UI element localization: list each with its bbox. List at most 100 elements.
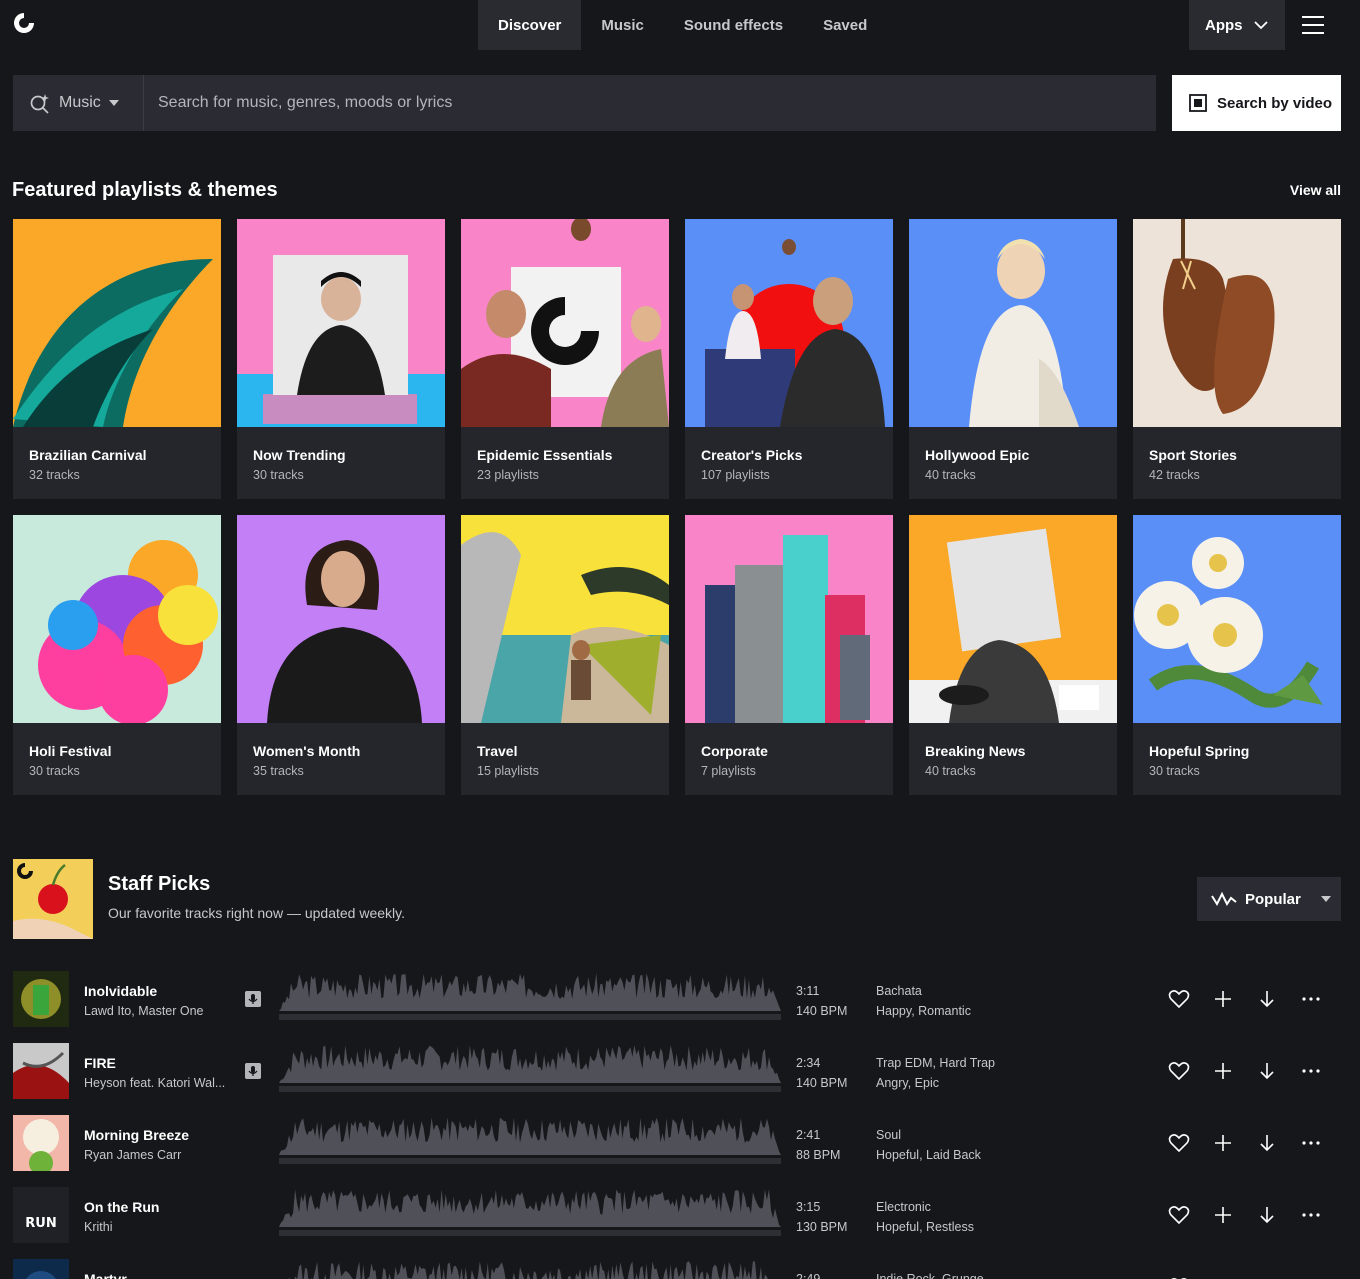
- track-genres[interactable]: Trap EDM, Hard Trap: [876, 1056, 995, 1070]
- track-artwork[interactable]: RUN: [13, 1187, 69, 1243]
- track-row[interactable]: RUN On the Run Krithi 3:15 130 BPM Electronic…: [13, 1187, 1341, 1243]
- search-by-video-label: Search by video: [1217, 94, 1333, 112]
- playlist-card[interactable]: Holi Festival 30 tracks: [13, 515, 221, 795]
- more-options-icon[interactable]: [1299, 1059, 1323, 1083]
- download-icon[interactable]: [1255, 1059, 1279, 1083]
- add-icon[interactable]: [1211, 987, 1235, 1011]
- tab-discover[interactable]: Discover: [478, 0, 582, 50]
- heart-icon[interactable]: [1167, 1131, 1191, 1155]
- track-title[interactable]: FIRE: [84, 1055, 116, 1071]
- track-progress-bar[interactable]: [279, 1086, 781, 1092]
- track-artist[interactable]: Lawd Ito, Master One: [84, 1004, 234, 1018]
- playlist-title: Corporate: [701, 743, 768, 759]
- heart-icon[interactable]: [1167, 1203, 1191, 1227]
- track-artwork[interactable]: [13, 1115, 69, 1171]
- playlist-card[interactable]: Now Trending 30 tracks: [237, 219, 445, 499]
- playlist-artwork: [237, 219, 445, 427]
- playlist-title: Women's Month: [253, 743, 361, 759]
- track-moods[interactable]: Hopeful, Laid Back: [876, 1148, 981, 1162]
- track-waveform[interactable]: [279, 1043, 781, 1083]
- heart-icon[interactable]: [1167, 987, 1191, 1011]
- more-options-icon[interactable]: [1299, 1131, 1323, 1155]
- view-all-link[interactable]: View all: [1290, 182, 1341, 198]
- track-title[interactable]: Inolvidable: [84, 983, 157, 999]
- svg-text:RUN: RUN: [25, 1216, 56, 1231]
- track-progress-bar[interactable]: [279, 1230, 781, 1236]
- playlist-card[interactable]: Hollywood Epic 40 tracks: [909, 219, 1117, 499]
- video-frame-icon: [1189, 94, 1207, 112]
- track-moods[interactable]: Happy, Romantic: [876, 1004, 971, 1018]
- download-icon[interactable]: [1255, 987, 1279, 1011]
- track-row[interactable]: Inolvidable Lawd Ito, Master One 3:11 140 B…: [13, 971, 1341, 1027]
- track-progress-bar[interactable]: [279, 1158, 781, 1164]
- track-waveform[interactable]: [279, 1259, 781, 1279]
- track-genres[interactable]: Bachata: [876, 984, 922, 998]
- playlist-card[interactable]: Epidemic Essentials 23 playlists: [461, 219, 669, 499]
- playlist-card[interactable]: Women's Month 35 tracks: [237, 515, 445, 795]
- track-genres[interactable]: Soul: [876, 1128, 901, 1142]
- add-icon[interactable]: [1211, 1275, 1235, 1279]
- track-row[interactable]: Morning Breeze Ryan James Carr 2:41 88 BPM S…: [13, 1115, 1341, 1171]
- playlist-card[interactable]: Creator's Picks 107 playlists: [685, 219, 893, 499]
- track-waveform[interactable]: [279, 971, 781, 1011]
- heart-icon[interactable]: [1167, 1059, 1191, 1083]
- track-row[interactable]: FIRE Heyson feat. Katori Wal... 2:34 140 BP…: [13, 1043, 1341, 1099]
- sort-label: Popular: [1245, 890, 1301, 908]
- track-bpm: 88 BPM: [796, 1148, 841, 1162]
- apps-button[interactable]: Apps: [1189, 0, 1285, 50]
- playlist-card[interactable]: Sport Stories 42 tracks: [1133, 219, 1341, 499]
- playlist-card[interactable]: Breaking News 40 tracks: [909, 515, 1117, 795]
- track-title[interactable]: Morning Breeze: [84, 1127, 189, 1143]
- track-artwork[interactable]: [13, 971, 69, 1027]
- track-waveform[interactable]: [279, 1115, 781, 1155]
- playlist-card[interactable]: Corporate 7 playlists: [685, 515, 893, 795]
- track-genres[interactable]: Electronic: [876, 1200, 931, 1214]
- add-icon[interactable]: [1211, 1203, 1235, 1227]
- playlist-count: 7 playlists: [701, 764, 756, 778]
- playlist-artwork: [13, 219, 221, 427]
- search-bar: Music: [13, 75, 1156, 131]
- download-icon[interactable]: [1255, 1131, 1279, 1155]
- track-artist[interactable]: Heyson feat. Katori Wal...: [84, 1076, 234, 1090]
- caret-down-icon: [108, 100, 119, 106]
- track-artist[interactable]: Krithi: [84, 1220, 234, 1234]
- tab-music[interactable]: Music: [581, 0, 664, 50]
- playlist-card[interactable]: Brazilian Carnival 32 tracks: [13, 219, 221, 499]
- search-input[interactable]: [144, 75, 1156, 131]
- download-icon[interactable]: [1255, 1203, 1279, 1227]
- track-moods[interactable]: Angry, Epic: [876, 1076, 939, 1090]
- track-row[interactable]: Martyr 2:49 Indie Rock, Grunge: [13, 1259, 1341, 1279]
- playlist-title: Epidemic Essentials: [477, 447, 613, 463]
- download-icon[interactable]: [1255, 1275, 1279, 1279]
- add-icon[interactable]: [1211, 1059, 1235, 1083]
- track-waveform[interactable]: [279, 1187, 781, 1227]
- playlist-card[interactable]: Hopeful Spring 30 tracks: [1133, 515, 1341, 795]
- sort-dropdown[interactable]: Popular: [1197, 877, 1341, 921]
- vocals-icon: [245, 1063, 261, 1079]
- search-by-video-button[interactable]: Search by video: [1172, 75, 1341, 131]
- more-options-icon[interactable]: [1299, 987, 1323, 1011]
- playlist-title: Breaking News: [925, 743, 1026, 759]
- track-title[interactable]: Martyr: [84, 1271, 127, 1279]
- epidemic-logo-icon[interactable]: [12, 11, 36, 35]
- heart-icon[interactable]: [1167, 1275, 1191, 1279]
- track-moods[interactable]: Hopeful, Restless: [876, 1220, 974, 1234]
- track-artist[interactable]: Ryan James Carr: [84, 1148, 234, 1162]
- tab-sound-effects[interactable]: Sound effects: [664, 0, 803, 50]
- more-options-icon[interactable]: [1299, 1275, 1323, 1279]
- track-genres[interactable]: Indie Rock, Grunge: [876, 1272, 984, 1279]
- track-artwork[interactable]: [13, 1259, 69, 1279]
- search-type-dropdown[interactable]: Music: [13, 75, 144, 131]
- playlist-count: 23 playlists: [477, 468, 539, 482]
- more-options-icon[interactable]: [1299, 1203, 1323, 1227]
- track-artwork[interactable]: [13, 1043, 69, 1099]
- playlist-artwork: [13, 515, 221, 723]
- track-progress-bar[interactable]: [279, 1014, 781, 1020]
- playlist-count: 30 tracks: [29, 764, 80, 778]
- playlist-card[interactable]: Travel 15 playlists: [461, 515, 669, 795]
- track-title[interactable]: On the Run: [84, 1199, 159, 1215]
- hamburger-menu-icon[interactable]: [1298, 12, 1328, 38]
- caret-down-icon: [1320, 896, 1331, 902]
- add-icon[interactable]: [1211, 1131, 1235, 1155]
- tab-saved[interactable]: Saved: [803, 0, 887, 50]
